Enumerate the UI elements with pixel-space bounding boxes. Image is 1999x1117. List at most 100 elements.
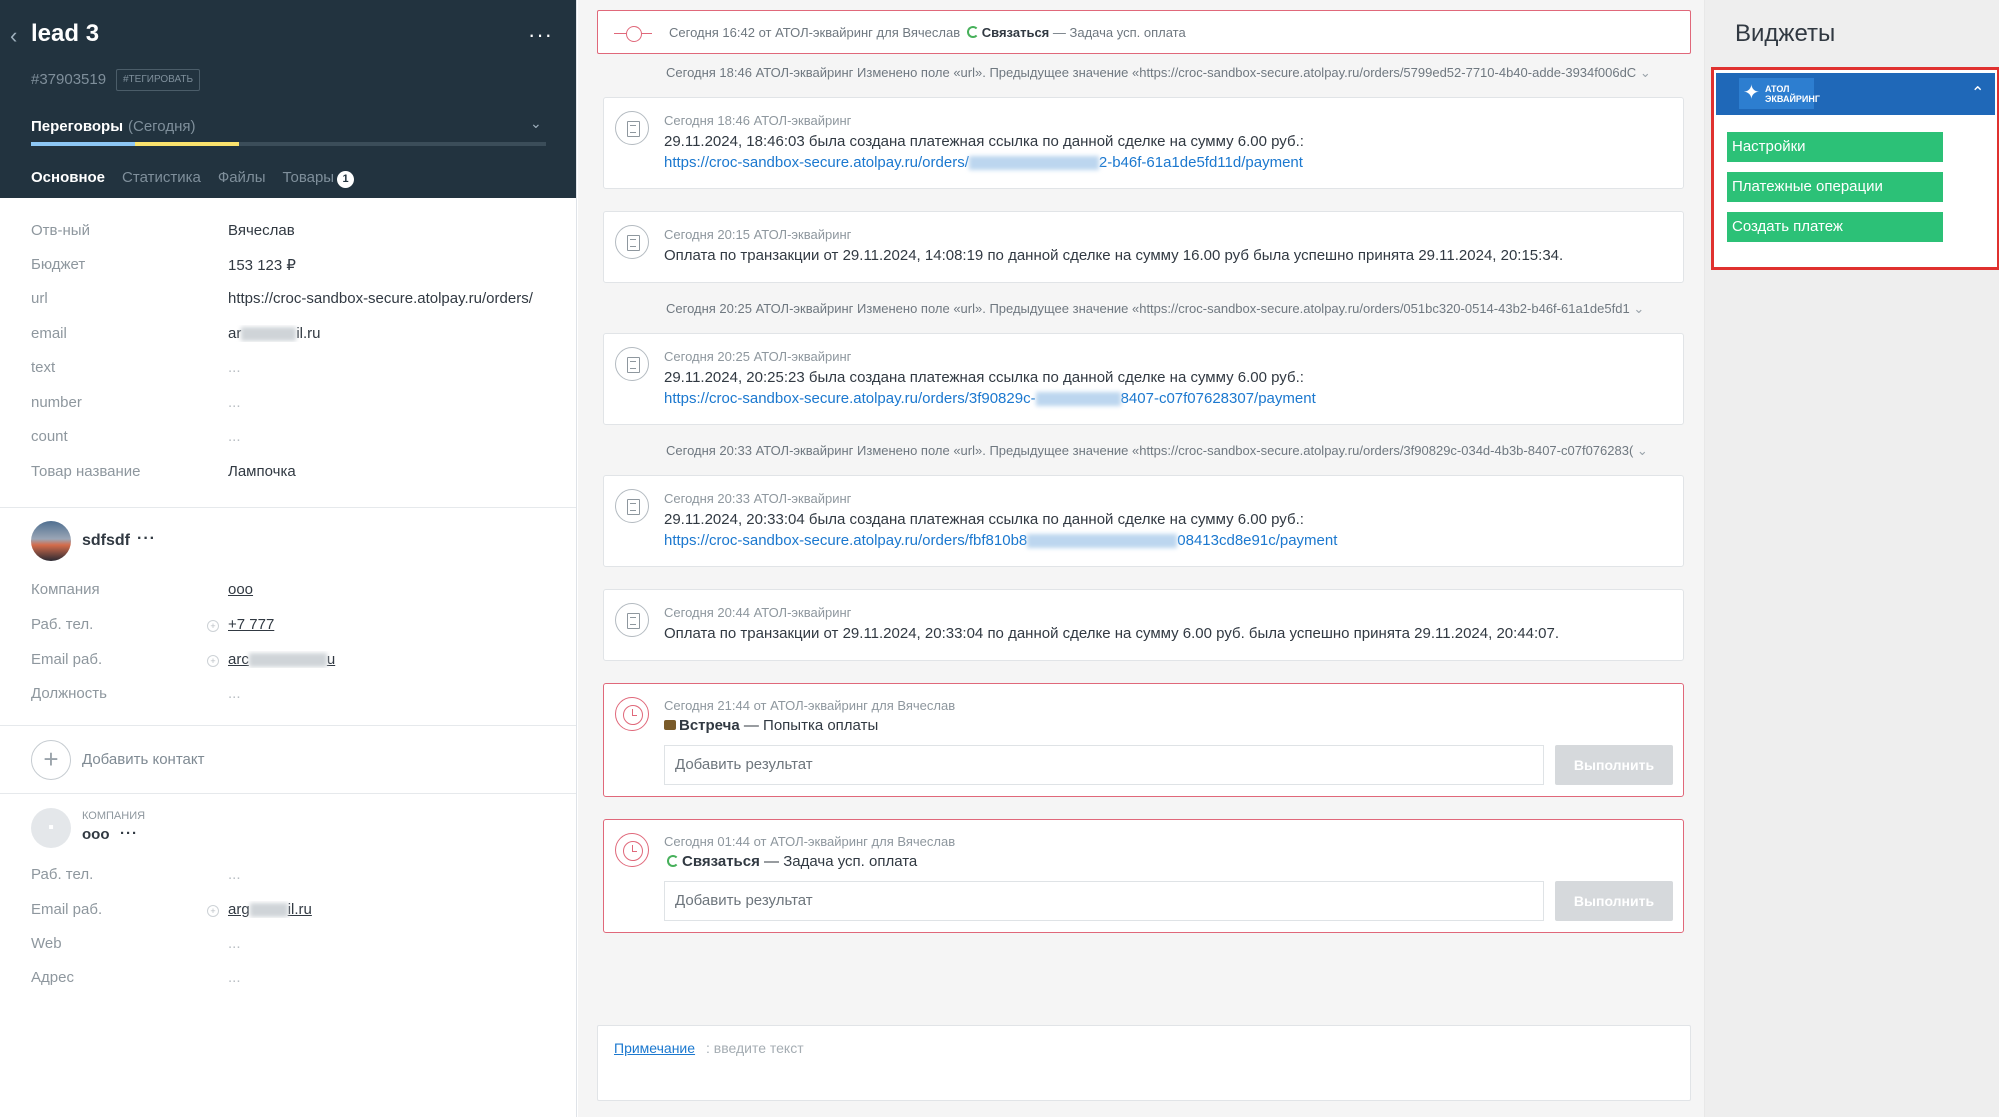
avatar[interactable] [31,521,71,561]
chevron-down-icon[interactable]: ⌄ [530,115,542,132]
pipeline-stage[interactable]: Переговоры [31,118,123,135]
email-prefix: ar [228,325,242,342]
field-value[interactable]: ооо [228,581,576,598]
field-label: count [31,428,68,445]
redacted-blur [248,653,327,668]
document-icon [615,603,649,637]
company-more-icon[interactable]: ··· [120,825,138,842]
link-end: 8407-c07f07628307/payment [1120,390,1316,407]
field-value[interactable]: ... [228,428,576,445]
task-meta: Сегодня 21:44 от АТОЛ-эквайринг для Вяче… [664,698,956,713]
logo-line2: ЭКВАЙРИНГ [1765,94,1820,104]
company-caption: КОМПАНИЯ [82,810,146,822]
field-responsible: Отв-ный Вячеслав [31,222,551,244]
create-payment-button[interactable]: Создать платеж [1727,212,1943,242]
add-email-icon[interactable]: + [207,655,219,667]
document-icon [615,489,649,523]
field-label: text [31,359,56,376]
contact-name[interactable]: sdfsdf [82,532,130,550]
field-value[interactable]: +7 777 [228,616,576,633]
add-email-icon[interactable]: + [207,905,219,917]
refresh-icon [667,855,679,867]
add-contact-button[interactable]: Добавить контакт [82,751,204,768]
field-value[interactable]: ... [228,685,576,702]
task-card: Сегодня 01:44 от АТОЛ-эквайринг для Вяче… [603,819,1684,933]
field-value[interactable]: ... [228,394,576,411]
chevron-down-icon[interactable]: ⌄ [1637,443,1648,458]
event-card: Сегодня 20:44 АТОЛ-эквайринг Оплата по т… [603,589,1684,661]
tab-statistics[interactable]: Статистика [122,169,201,188]
field-value[interactable]: https://croc-sandbox-secure.atolpay.ru/o… [228,290,576,307]
company-name[interactable]: ооо [82,826,110,843]
contact-field-position: Должность ... [31,685,551,707]
field-value[interactable]: ... [228,866,576,883]
task-title: Связаться — Задача усп. оплата [664,853,917,870]
field-label: Товар название [31,463,141,480]
field-value[interactable]: Лампочка [228,463,576,480]
document-icon [615,111,649,145]
field-value[interactable]: arc u [228,651,576,668]
chevron-down-icon[interactable]: ⌄ [1633,301,1644,316]
note-input[interactable]: : введите текст [706,1040,804,1056]
add-contact-plus-icon[interactable]: + [31,740,71,780]
email-suffix: il.ru [287,901,312,918]
field-value[interactable]: 153 123 ₽ [228,256,576,274]
payment-operations-button[interactable]: Платежные операции [1727,172,1943,202]
email-suffix: il.ru [296,325,321,342]
field-value[interactable]: ... [228,935,576,952]
task-card[interactable]: Сегодня 16:42 от АТОЛ-эквайринг для Вяче… [597,10,1691,54]
complete-task-button[interactable]: Выполнить [1555,745,1673,785]
event-card: Сегодня 20:33 АТОЛ-эквайринг 29.11.2024,… [603,475,1684,567]
email-suffix: u [326,651,336,668]
widgets-panel: Виджеты ✦ АТОЛ ЭКВАЙРИНГ ⌃ Настройки Пла… [1705,0,1999,1117]
system-event-text: Сегодня 20:33 АТОЛ-эквайринг Изменено по… [666,443,1634,458]
event-meta: Сегодня 20:33 АТОЛ-эквайринг [664,491,852,506]
field-label: Адрес [31,969,74,986]
document-icon [615,347,649,381]
contact-more-icon[interactable]: ··· [137,530,156,548]
tag-button[interactable]: #ТЕГИРОВАТЬ [116,69,201,91]
payment-link[interactable]: https://croc-sandbox-secure.atolpay.ru/o… [664,390,1316,407]
email-prefix: arc [228,651,249,668]
field-count: count ... [31,428,551,450]
task-text: — Задача усп. оплата [764,853,918,870]
system-event[interactable]: Сегодня 20:33 АТОЛ-эквайринг Изменено по… [666,443,1666,459]
chevron-down-icon[interactable]: ⌄ [1640,65,1651,80]
tab-main[interactable]: Основное [31,169,105,188]
field-email: email ar il.ru [31,325,551,347]
widget-header[interactable]: ✦ АТОЛ ЭКВАЙРИНГ ⌃ [1716,73,1995,115]
tab-products[interactable]: Товары 1 [282,169,355,188]
payment-link[interactable]: https://croc-sandbox-secure.atolpay.ru/o… [664,532,1337,549]
field-value[interactable]: ar il.ru [228,325,576,342]
task-result-input[interactable]: Добавить результат [664,745,1544,785]
complete-task-button[interactable]: Выполнить [1555,881,1673,921]
field-value[interactable]: arg il.ru [228,901,576,918]
settings-button[interactable]: Настройки [1727,132,1943,162]
payment-link[interactable]: https://croc-sandbox-secure.atolpay.ru/o… [664,154,1303,171]
task-result-input[interactable]: Добавить результат [664,881,1544,921]
divider [0,793,576,794]
task-meta: Сегодня 16:42 от АТОЛ-эквайринг для Вяче… [669,25,961,40]
add-phone-icon[interactable]: + [207,620,219,632]
system-event[interactable]: Сегодня 20:25 АТОЛ-эквайринг Изменено по… [666,301,1666,317]
note-composer[interactable]: Примечание : введите текст [597,1025,1691,1101]
chevron-left-icon[interactable]: ‹ [10,24,24,48]
field-label: Должность [31,685,107,702]
company-icon[interactable]: ▪ [31,808,71,848]
field-label: email [31,325,67,342]
note-type-link[interactable]: Примечание [614,1040,695,1056]
document-icon [615,225,649,259]
system-event-text: Сегодня 18:46 АТОЛ-эквайринг Изменено по… [666,65,1637,80]
lead-title[interactable]: lead 3 [31,20,99,48]
system-event[interactable]: Сегодня 18:46 АТОЛ-эквайринг Изменено по… [666,65,1666,81]
field-value[interactable]: ... [228,359,576,376]
stage-date: (Сегодня) [128,118,196,135]
link-start: https://croc-sandbox-secure.atolpay.ru/o… [664,390,1036,407]
more-menu-icon[interactable]: ··· [528,22,553,48]
chevron-up-icon[interactable]: ⌃ [1971,83,1984,103]
field-value[interactable]: ... [228,969,576,986]
field-label: Отв-ный [31,222,90,239]
tab-files[interactable]: Файлы [218,169,266,188]
link-end: 2-b46f-61a1de5fd11d/payment [1098,154,1303,171]
field-value[interactable]: Вячеслав [228,222,576,239]
